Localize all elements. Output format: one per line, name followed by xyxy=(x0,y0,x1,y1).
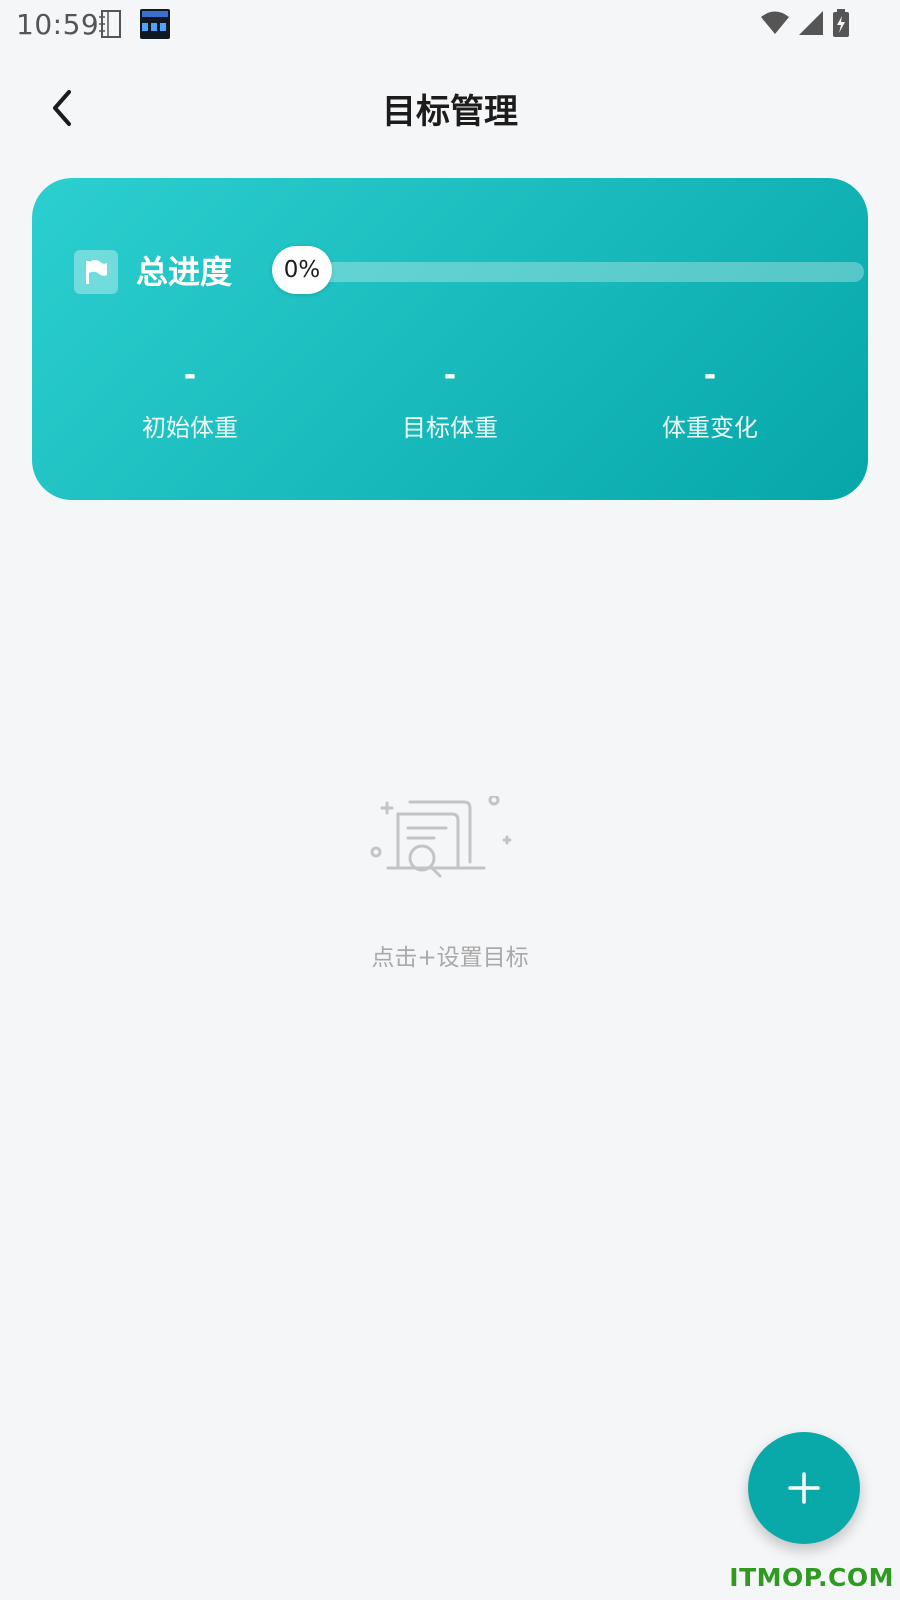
progress-percent-badge: 0% xyxy=(272,246,332,294)
status-right-icons xyxy=(760,8,850,38)
battery-charging-icon xyxy=(833,9,849,37)
stat-value: - xyxy=(183,358,197,393)
stat-target-weight: - 目标体重 xyxy=(320,358,580,443)
stat-initial-weight: - 初始体重 xyxy=(60,358,320,443)
stat-weight-change: - 体重变化 xyxy=(580,358,840,443)
header: 目标管理 xyxy=(0,70,900,146)
flag-icon xyxy=(86,260,107,284)
flag-badge xyxy=(74,250,118,294)
empty-document-search-icon xyxy=(370,796,512,878)
stat-label: 初始体重 xyxy=(142,414,238,442)
notebook-icon xyxy=(99,10,121,38)
page-title: 目标管理 xyxy=(382,92,518,132)
stat-label: 目标体重 xyxy=(402,414,498,442)
watermark: ITMOP.COM xyxy=(729,1563,894,1592)
progress-track xyxy=(300,262,864,282)
status-bar: 10:59 xyxy=(0,0,900,50)
weight-stats: - 初始体重 - 目标体重 - 体重变化 xyxy=(60,358,840,443)
stat-label: 体重变化 xyxy=(662,414,758,442)
calendar-app-icon xyxy=(140,9,170,39)
add-goal-button[interactable] xyxy=(748,1432,860,1544)
wifi-icon xyxy=(761,11,789,34)
progress-card: 总进度 0% - 初始体重 - 目标体重 - 体重变化 xyxy=(32,178,868,500)
stat-value: - xyxy=(703,358,717,393)
cellular-signal-icon xyxy=(799,11,823,35)
plus-icon xyxy=(788,1472,820,1504)
stat-value: - xyxy=(443,358,457,393)
progress-label: 总进度 xyxy=(136,253,233,291)
empty-hint: 点击+设置目标 xyxy=(371,945,529,971)
status-time: 10:59 xyxy=(16,8,100,41)
